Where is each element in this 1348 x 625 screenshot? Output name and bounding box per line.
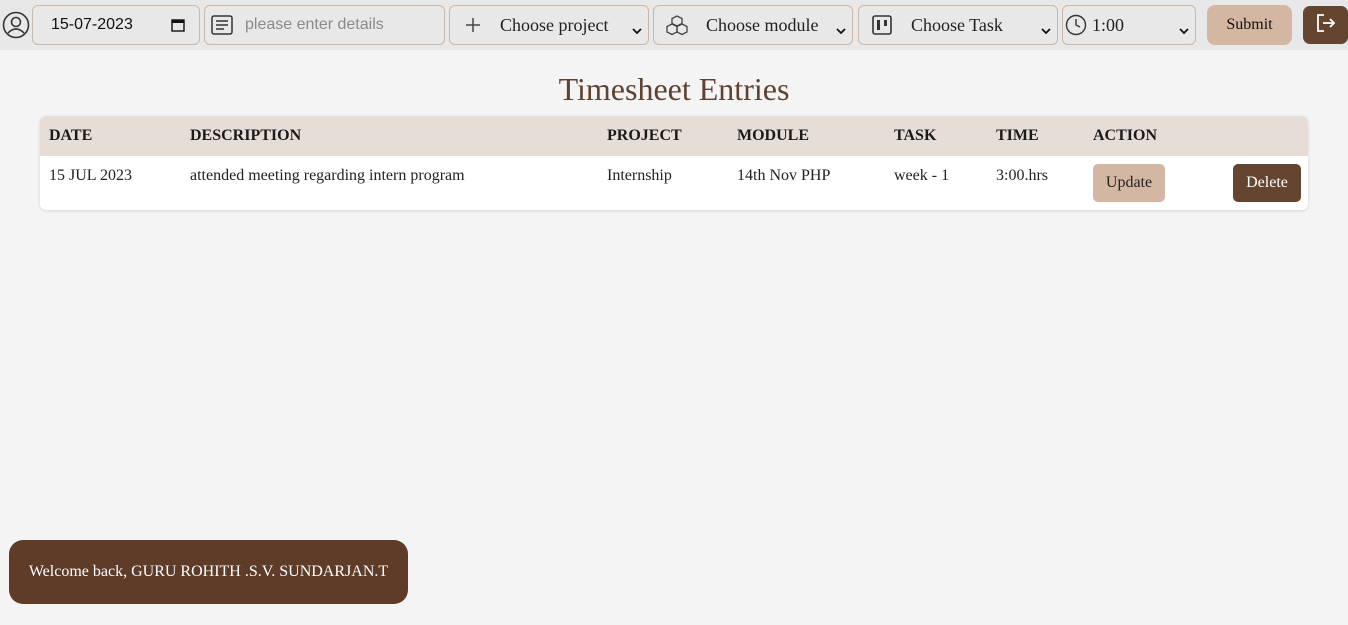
submit-button[interactable]: Submit <box>1207 5 1292 45</box>
task-select[interactable]: Choose Task <box>858 5 1058 45</box>
cell-time: 3:00.hrs <box>996 167 1048 184</box>
cell-description: attended meeting regarding intern progra… <box>190 167 465 184</box>
header-module: MODULE <box>737 127 809 144</box>
plus-icon <box>462 14 484 36</box>
cubes-icon <box>666 14 688 36</box>
module-select[interactable]: Choose module <box>653 5 853 45</box>
cell-module: 14th Nov PHP <box>737 167 831 184</box>
header-description: DESCRIPTION <box>190 127 302 144</box>
logout-button[interactable] <box>1303 6 1348 44</box>
welcome-toast: Welcome back, GURU ROHITH .S.V. SUNDARJA… <box>9 540 408 604</box>
table-header: DATE DESCRIPTION PROJECT MODULE TASK TIM… <box>40 116 1308 156</box>
kanban-icon <box>871 14 893 36</box>
chevron-down-icon <box>836 20 846 35</box>
details-placeholder: please enter details <box>245 16 384 33</box>
user-icon[interactable] <box>2 11 30 39</box>
task-select-label: Choose Task <box>911 14 1003 35</box>
header-date: DATE <box>49 127 93 144</box>
logout-icon <box>1315 13 1337 38</box>
chevron-down-icon <box>632 20 642 35</box>
update-button[interactable]: Update <box>1093 164 1165 202</box>
time-select[interactable]: 1:00 <box>1062 5 1196 45</box>
timesheet-table: DATE DESCRIPTION PROJECT MODULE TASK TIM… <box>40 116 1308 210</box>
header-task: TASK <box>894 127 937 144</box>
project-select[interactable]: Choose project <box>449 5 649 45</box>
cell-task: week - 1 <box>894 167 950 184</box>
details-icon <box>211 15 233 35</box>
header-action: ACTION <box>1093 127 1158 144</box>
details-input[interactable]: please enter details <box>204 5 445 45</box>
header-time: TIME <box>996 127 1039 144</box>
module-select-label: Choose module <box>706 14 819 35</box>
clock-icon <box>1065 14 1087 36</box>
cell-project: Internship <box>607 167 672 184</box>
cell-date: 15 JUL 2023 <box>49 167 132 184</box>
page-title: Timesheet Entries <box>558 71 790 107</box>
calendar-icon[interactable] <box>171 18 185 32</box>
chevron-down-icon <box>1041 20 1051 35</box>
header-project: PROJECT <box>607 127 682 144</box>
date-input[interactable]: 15-07-2023 <box>32 5 200 45</box>
project-select-label: Choose project <box>500 14 609 35</box>
time-select-value: 1:00 <box>1092 14 1125 35</box>
delete-button[interactable]: Delete <box>1233 164 1301 202</box>
top-toolbar: 15-07-2023 please enter details Choose p… <box>0 0 1348 50</box>
date-value: 15-07-2023 <box>51 16 133 33</box>
chevron-down-icon <box>1179 20 1189 35</box>
